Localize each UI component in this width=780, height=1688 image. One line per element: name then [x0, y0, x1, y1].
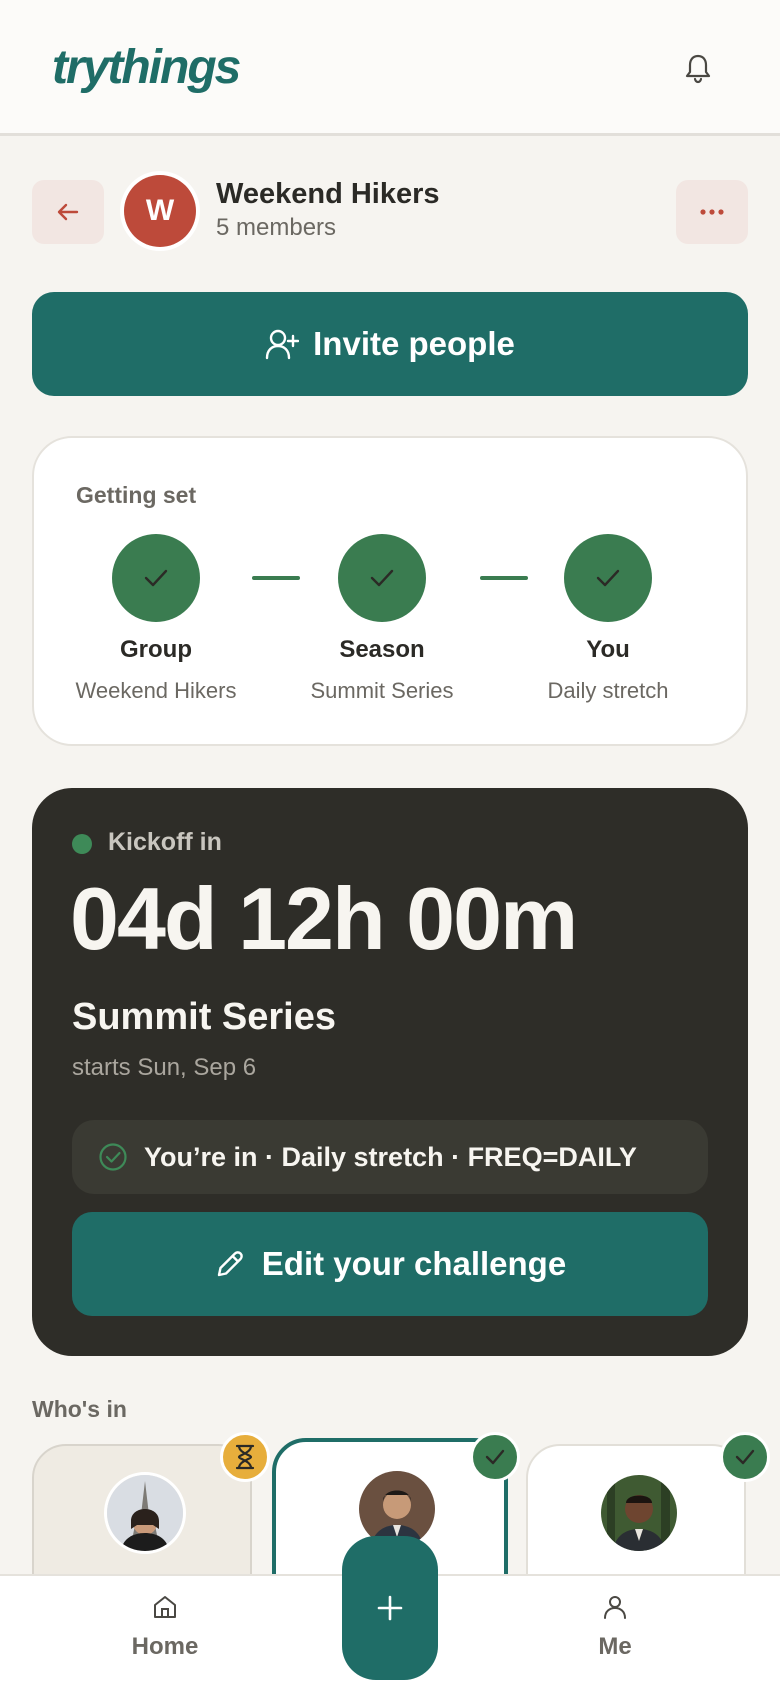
app-logo[interactable]: trythings: [52, 40, 241, 95]
joined-badge: [470, 1432, 520, 1482]
back-button[interactable]: [32, 180, 104, 244]
joined-badge: [720, 1432, 770, 1482]
nav-me[interactable]: Me: [535, 1594, 695, 1661]
step-season[interactable]: Season Summit Series: [272, 534, 492, 704]
check-icon: [485, 1449, 505, 1465]
edit-challenge-button[interactable]: Edit your challenge: [72, 1212, 708, 1316]
check-icon: [370, 569, 394, 587]
participation-status-text: You’re in · Daily stretch · FREQ=DAILY: [144, 1141, 637, 1172]
getting-set-title: Getting set: [76, 482, 197, 508]
whos-in-title: Who's in: [32, 1396, 127, 1422]
group-avatar: W: [124, 175, 196, 247]
step-label: Season: [339, 636, 425, 663]
step-complete-indicator: [112, 534, 200, 622]
step-value: Weekend Hikers: [75, 678, 237, 703]
kickoff-label: Kickoff in: [108, 828, 222, 856]
nav-home[interactable]: Home: [85, 1594, 245, 1661]
arrow-left-icon: [57, 203, 79, 221]
group-name: Weekend Hikers: [216, 178, 440, 210]
home-icon: [154, 1596, 176, 1618]
plus-icon: [377, 1595, 403, 1621]
step-you[interactable]: You Daily stretch: [498, 534, 718, 704]
member-avatar: [104, 1472, 186, 1554]
step-label: You: [586, 636, 630, 663]
add-button[interactable]: [342, 1536, 438, 1680]
season-start-date: starts Sun, Sep 6: [72, 1054, 257, 1081]
hourglass-icon: [235, 1444, 255, 1470]
user-icon: [604, 1596, 626, 1619]
invite-label: Invite people: [313, 325, 515, 362]
countdown-timer: 04d 12h 00m: [70, 869, 578, 968]
top-bar: trythings: [0, 0, 780, 136]
step-group[interactable]: Group Weekend Hikers: [46, 534, 266, 704]
step-complete-indicator: [338, 534, 426, 622]
more-options-button[interactable]: [676, 180, 748, 244]
bell-icon[interactable]: [684, 52, 712, 84]
edit-challenge-label: Edit your challenge: [261, 1245, 567, 1282]
pending-badge: [220, 1432, 270, 1482]
ellipsis-icon: [700, 209, 724, 215]
step-value: Summit Series: [310, 678, 454, 703]
invite-people-button[interactable]: Invite people: [32, 292, 748, 396]
member-avatar: [598, 1472, 680, 1554]
nav-me-label: Me: [598, 1633, 632, 1660]
participation-status: You’re in · Daily stretch · FREQ=DAILY: [72, 1120, 708, 1194]
season-name: Summit Series: [72, 996, 336, 1038]
getting-set-card: Getting set Group Weekend Hikers Season …: [32, 436, 748, 746]
check-icon: [596, 569, 620, 587]
check-circle-icon: [99, 1143, 127, 1171]
pencil-icon: [217, 1251, 243, 1277]
user-plus-icon: [265, 329, 300, 360]
live-status-dot: [72, 834, 92, 854]
kickoff-card: Kickoff in 04d 12h 00m Summit Series sta…: [32, 788, 748, 1356]
step-value: Daily stretch: [547, 678, 669, 703]
step-label: Group: [120, 636, 192, 663]
group-member-count: 5 members: [216, 214, 337, 241]
check-icon: [735, 1449, 755, 1465]
step-complete-indicator: [564, 534, 652, 622]
nav-home-label: Home: [131, 1633, 199, 1660]
check-icon: [144, 569, 168, 587]
